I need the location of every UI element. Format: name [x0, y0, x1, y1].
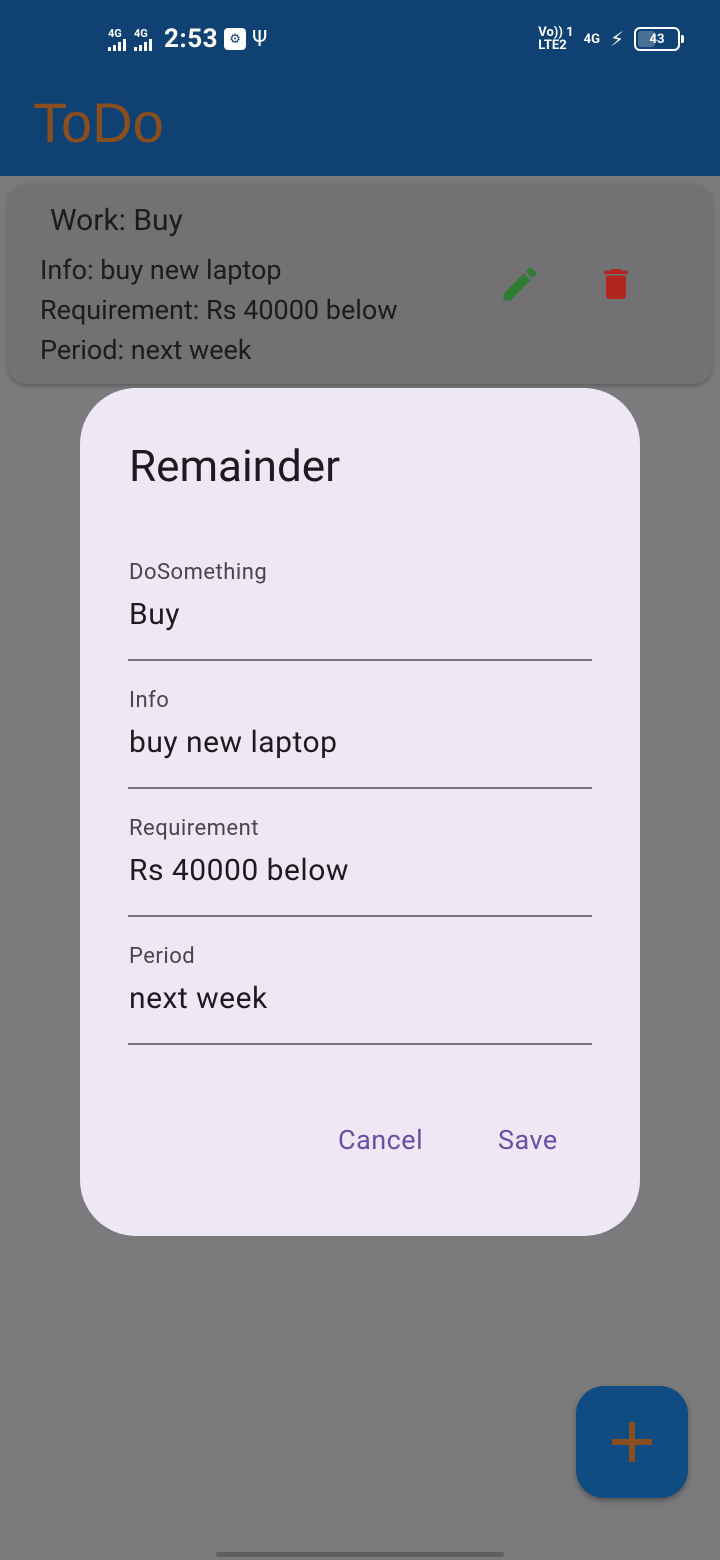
app-title: ToDo [33, 91, 164, 154]
home-indicator[interactable] [216, 1552, 504, 1557]
network-type: 4G [583, 31, 600, 47]
battery-level: 43 [649, 31, 665, 47]
pencil-icon [503, 267, 537, 301]
signal-sim2-icon: 4G [134, 28, 152, 51]
task-info: Info: buy new laptop [40, 254, 282, 286]
dialog-title: Remainder [129, 440, 341, 492]
add-task-button[interactable] [576, 1386, 688, 1498]
plus-icon [612, 1422, 652, 1462]
edit-button[interactable] [498, 262, 542, 306]
task-period: Period: next week [40, 334, 252, 366]
sim2-label: 4G [134, 26, 148, 40]
period-underline [128, 1043, 592, 1045]
info-underline [128, 787, 592, 789]
notification-app-icon: ⚙ [224, 28, 247, 50]
period-label: Period [129, 944, 196, 969]
info-input[interactable]: buy new laptop [129, 725, 337, 760]
requirement-input[interactable]: Rs 40000 below [129, 853, 349, 888]
status-bar: 4G 4G 2:53 ⚙ Ψ Vo)) 1 LTE2 4G ⚡ 43 [0, 0, 720, 78]
volte-indicator: Vo)) 1 LTE2 [538, 26, 573, 52]
period-input[interactable]: next week [129, 981, 268, 1016]
clock: 2:53 [164, 24, 219, 54]
task-requirement: Requirement: Rs 40000 below [40, 294, 398, 326]
delete-button[interactable] [596, 262, 636, 306]
charging-icon: ⚡ [609, 27, 624, 51]
usb-icon: Ψ [252, 26, 268, 52]
info-label: Info [129, 688, 170, 713]
signal-sim1-icon: 4G [108, 28, 126, 51]
status-right: Vo)) 1 LTE2 4G ⚡ 43 [538, 24, 684, 54]
dosomething-label: DoSomething [129, 560, 268, 585]
save-button[interactable]: Save [498, 1124, 558, 1156]
requirement-underline [128, 915, 592, 917]
app-bar: ToDo [0, 78, 720, 176]
cancel-button[interactable]: Cancel [338, 1124, 423, 1156]
remainder-dialog [80, 388, 640, 1236]
status-left: 4G 4G 2:53 ⚙ Ψ [108, 22, 267, 56]
requirement-label: Requirement [129, 816, 259, 841]
dosomething-underline [128, 659, 592, 661]
dosomething-input[interactable]: Buy [129, 597, 180, 632]
volte-line2: LTE2 [538, 38, 567, 53]
trash-icon [604, 269, 628, 299]
battery-icon: 43 [634, 27, 684, 51]
sim1-label: 4G [108, 26, 122, 40]
task-title: Work: Buy [50, 203, 183, 238]
